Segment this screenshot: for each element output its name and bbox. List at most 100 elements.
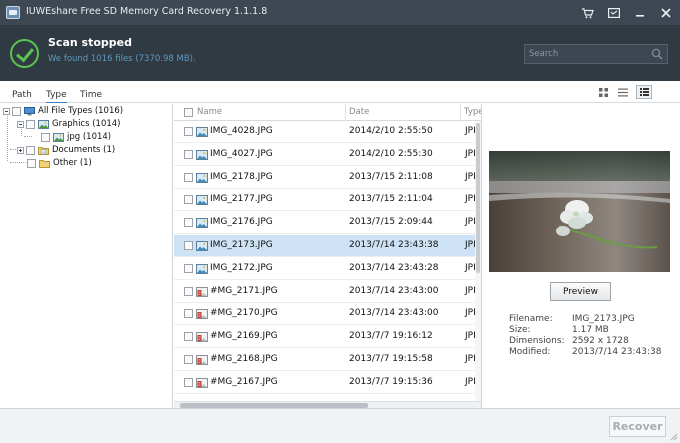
checkbox[interactable] bbox=[27, 158, 36, 168]
file-type-tree: All File Types (1016) Graphics (1014) jp… bbox=[0, 104, 173, 408]
expand-icon[interactable] bbox=[17, 146, 24, 154]
tree-item-label: Documents (1) bbox=[52, 145, 116, 155]
image-file-icon bbox=[196, 263, 208, 274]
row-checkbox[interactable] bbox=[184, 332, 193, 342]
tree-item-label: Other (1) bbox=[53, 158, 92, 168]
horizontal-scrollbar[interactable] bbox=[174, 401, 481, 408]
file-date: 2013/7/7 19:16:12 bbox=[349, 331, 433, 342]
file-name: #MG_2170.JPG bbox=[210, 308, 278, 319]
search-input[interactable] bbox=[525, 45, 649, 63]
table-row[interactable]: IMG_4027.JPG 2014/2/10 2:55:30 JPI bbox=[174, 144, 476, 166]
tree-item-graphics[interactable]: Graphics (1014) bbox=[17, 118, 121, 130]
row-checkbox[interactable] bbox=[184, 309, 193, 319]
file-date: 2013/7/15 2:11:04 bbox=[349, 194, 433, 205]
collapse-icon[interactable] bbox=[17, 120, 24, 128]
image-file-icon bbox=[196, 218, 208, 229]
row-checkbox[interactable] bbox=[184, 195, 193, 205]
file-name: IMG_2178.JPG bbox=[210, 171, 273, 182]
search-icon[interactable] bbox=[651, 48, 663, 60]
checkbox[interactable] bbox=[41, 132, 50, 142]
title-bar: IUWEshare Free SD Memory Card Recovery 1… bbox=[0, 0, 680, 25]
image-file-icon bbox=[196, 195, 208, 206]
row-checkbox[interactable] bbox=[184, 218, 193, 228]
recover-button[interactable]: Recover bbox=[609, 416, 666, 437]
table-row[interactable]: IMG_2176.JPG 2013/7/15 2:09:44 JPI bbox=[174, 212, 476, 235]
column-header-date[interactable]: Date bbox=[349, 107, 369, 117]
file-date: 2014/2/10 2:55:30 bbox=[349, 148, 433, 159]
cart-icon[interactable] bbox=[580, 5, 596, 21]
row-checkbox[interactable] bbox=[184, 241, 193, 250]
row-checkbox[interactable] bbox=[184, 355, 193, 364]
table-row[interactable]: #MG_2168.JPG 2013/7/7 19:15:58 JPI bbox=[174, 349, 476, 371]
tree-item-label: Graphics (1014) bbox=[52, 119, 121, 129]
meta-label: Filename: bbox=[509, 314, 553, 324]
tree-item-all-file-types[interactable]: All File Types (1016) bbox=[3, 105, 123, 117]
row-checkbox[interactable] bbox=[184, 286, 193, 296]
picture-folder-icon bbox=[53, 132, 64, 142]
vertical-scrollbar-thumb[interactable] bbox=[476, 123, 480, 273]
preview-image bbox=[489, 151, 670, 272]
image-file-icon bbox=[196, 127, 208, 137]
preview-panel: Preview Filename: IMG_2173.JPG Size: 1.1… bbox=[483, 104, 680, 408]
file-date: 2014/2/10 2:55:50 bbox=[349, 126, 433, 136]
list-header: Name Date Type bbox=[174, 104, 481, 121]
table-row[interactable]: #MG_2167.JPG 2013/7/7 19:15:36 JPI bbox=[174, 372, 476, 394]
table-row[interactable]: #MG_2170.JPG 2013/7/14 23:43:00 JPI bbox=[174, 303, 476, 326]
document-folder-icon bbox=[38, 146, 49, 155]
file-name: IMG_2177.JPG bbox=[210, 194, 273, 205]
file-name: IMG_2173.JPG bbox=[210, 240, 273, 250]
close-icon[interactable] bbox=[658, 5, 674, 21]
checkbox[interactable] bbox=[12, 106, 21, 116]
scan-status-title: Scan stopped bbox=[48, 36, 132, 49]
table-row[interactable]: IMG_2178.JPG 2013/7/15 2:11:08 JPI bbox=[174, 167, 476, 189]
table-row[interactable]: IMG_2173.JPG 2013/7/14 23:43:38 JPI bbox=[174, 235, 476, 257]
table-row[interactable]: IMG_4028.JPG 2014/2/10 2:55:50 JPI bbox=[174, 121, 476, 143]
file-date: 2013/7/15 2:11:08 bbox=[349, 171, 433, 182]
select-all-checkbox[interactable] bbox=[184, 108, 193, 117]
table-row[interactable]: IMG_2172.JPG 2013/7/14 23:43:28 JPI bbox=[174, 258, 476, 280]
deleted-image-file-icon bbox=[196, 332, 208, 343]
picture-folder-icon bbox=[38, 119, 49, 129]
thumbnail-view-icon[interactable] bbox=[595, 85, 611, 99]
file-list: Name Date Type IMG_4028.JPG 2014/2/10 2:5… bbox=[174, 104, 482, 408]
table-row[interactable]: #MG_2169.JPG 2013/7/7 19:16:12 JPI bbox=[174, 326, 476, 349]
app-icon bbox=[6, 6, 20, 19]
resize-grip-icon[interactable] bbox=[669, 432, 678, 441]
deleted-image-file-icon bbox=[196, 309, 208, 320]
tree-item-jpg[interactable]: jpg (1014) bbox=[41, 131, 111, 143]
checkbox[interactable] bbox=[26, 145, 35, 155]
table-row[interactable]: IMG_2177.JPG 2013/7/15 2:11:04 JPI bbox=[174, 189, 476, 212]
file-name: IMG_4027.JPG bbox=[210, 148, 273, 159]
tree-item-documents[interactable]: Documents (1) bbox=[17, 144, 115, 156]
column-header-type[interactable]: Type bbox=[464, 107, 481, 117]
row-checkbox[interactable] bbox=[184, 377, 193, 387]
row-checkbox[interactable] bbox=[184, 172, 193, 182]
preview-button[interactable]: Preview bbox=[550, 282, 611, 301]
tab-type[interactable]: Type bbox=[46, 90, 67, 103]
detail-view-icon[interactable] bbox=[636, 85, 652, 99]
list-view-icon[interactable] bbox=[615, 85, 631, 99]
row-checkbox[interactable] bbox=[184, 263, 193, 273]
deleted-image-file-icon bbox=[196, 286, 208, 297]
search-box bbox=[524, 44, 668, 64]
register-icon[interactable] bbox=[606, 5, 622, 21]
tab-time[interactable]: Time bbox=[80, 90, 102, 100]
image-file-icon bbox=[196, 241, 208, 251]
vertical-scrollbar[interactable] bbox=[475, 121, 481, 401]
column-header-name[interactable]: Name bbox=[197, 107, 222, 117]
file-date: 2013/7/14 23:43:00 bbox=[349, 308, 439, 319]
tab-path[interactable]: Path bbox=[12, 90, 32, 100]
meta-value: 2013/7/14 23:43:38 bbox=[572, 347, 662, 357]
file-date: 2013/7/7 19:15:58 bbox=[349, 354, 433, 364]
row-checkbox[interactable] bbox=[184, 149, 193, 159]
tree-item-other[interactable]: Other (1) bbox=[27, 157, 92, 169]
row-checkbox[interactable] bbox=[184, 127, 193, 136]
minimize-icon[interactable] bbox=[632, 5, 648, 21]
meta-value: IMG_2173.JPG bbox=[572, 314, 635, 324]
collapse-icon[interactable] bbox=[3, 107, 10, 115]
deleted-image-file-icon bbox=[196, 377, 208, 388]
checkbox[interactable] bbox=[26, 119, 35, 129]
file-name: IMG_2172.JPG bbox=[210, 262, 273, 273]
check-icon bbox=[10, 39, 39, 68]
table-row[interactable]: #MG_2171.JPG 2013/7/14 23:43:00 JPI bbox=[174, 281, 476, 303]
